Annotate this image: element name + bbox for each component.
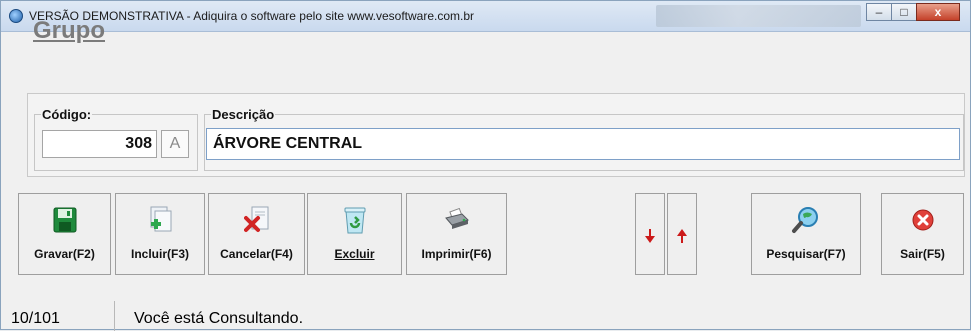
imprimir-label: Imprimir(F6) [421,247,492,261]
status-message: Você está Consultando. [134,310,304,327]
title-bar[interactable]: VERSÃO DEMONSTRATIVA - Adiquira o softwa… [1,1,970,32]
incluir-button[interactable]: Incluir(F3) [115,193,205,275]
form-heading: Grupo [33,17,105,44]
cancelar-button[interactable]: Cancelar(F4) [208,193,305,275]
next-record-button[interactable] [635,193,665,275]
incluir-label: Incluir(F3) [130,247,189,261]
excluir-button[interactable]: Excluir [307,193,402,275]
excluir-label: Excluir [334,247,375,261]
minimize-button[interactable]: – [866,3,892,21]
pesquisar-label: Pesquisar(F7) [766,247,846,261]
app-icon [9,9,23,23]
close-circle-icon [911,206,935,234]
gravar-label: Gravar(F2) [34,247,95,261]
cancelar-label: Cancelar(F4) [220,247,293,261]
record-counter: 10/101 [11,310,60,327]
status-divider [114,301,115,331]
codigo-field[interactable]: 308 [42,130,157,158]
close-button[interactable]: x [916,3,960,21]
arrow-down-icon [645,222,655,250]
pesquisar-button[interactable]: Pesquisar(F7) [751,193,861,275]
gravar-button[interactable]: Gravar(F2) [18,193,111,275]
printer-icon [444,206,470,234]
codigo-label: Código: [42,107,92,122]
taskbar-preview [656,5,861,27]
app-window: VERSÃO DEMONSTRATIVA - Adiquira o softwa… [0,0,971,331]
previous-record-button[interactable] [667,193,697,275]
cancel-document-icon [243,206,270,234]
maximize-button[interactable]: □ [891,3,917,21]
floppy-disk-icon [53,206,77,234]
status-field[interactable]: A [161,130,189,158]
arrow-up-icon [677,222,687,250]
window-controls: – □ x [866,3,960,21]
sair-button[interactable]: Sair(F5) [881,193,964,275]
recycle-bin-icon [343,206,367,234]
descricao-label: Descrição [212,107,275,122]
descricao-field[interactable]: ÁRVORE CENTRAL [206,128,960,160]
sair-label: Sair(F5) [900,247,945,261]
add-document-icon [147,206,173,234]
imprimir-button[interactable]: Imprimir(F6) [406,193,507,275]
magnifier-globe-icon [791,206,821,234]
